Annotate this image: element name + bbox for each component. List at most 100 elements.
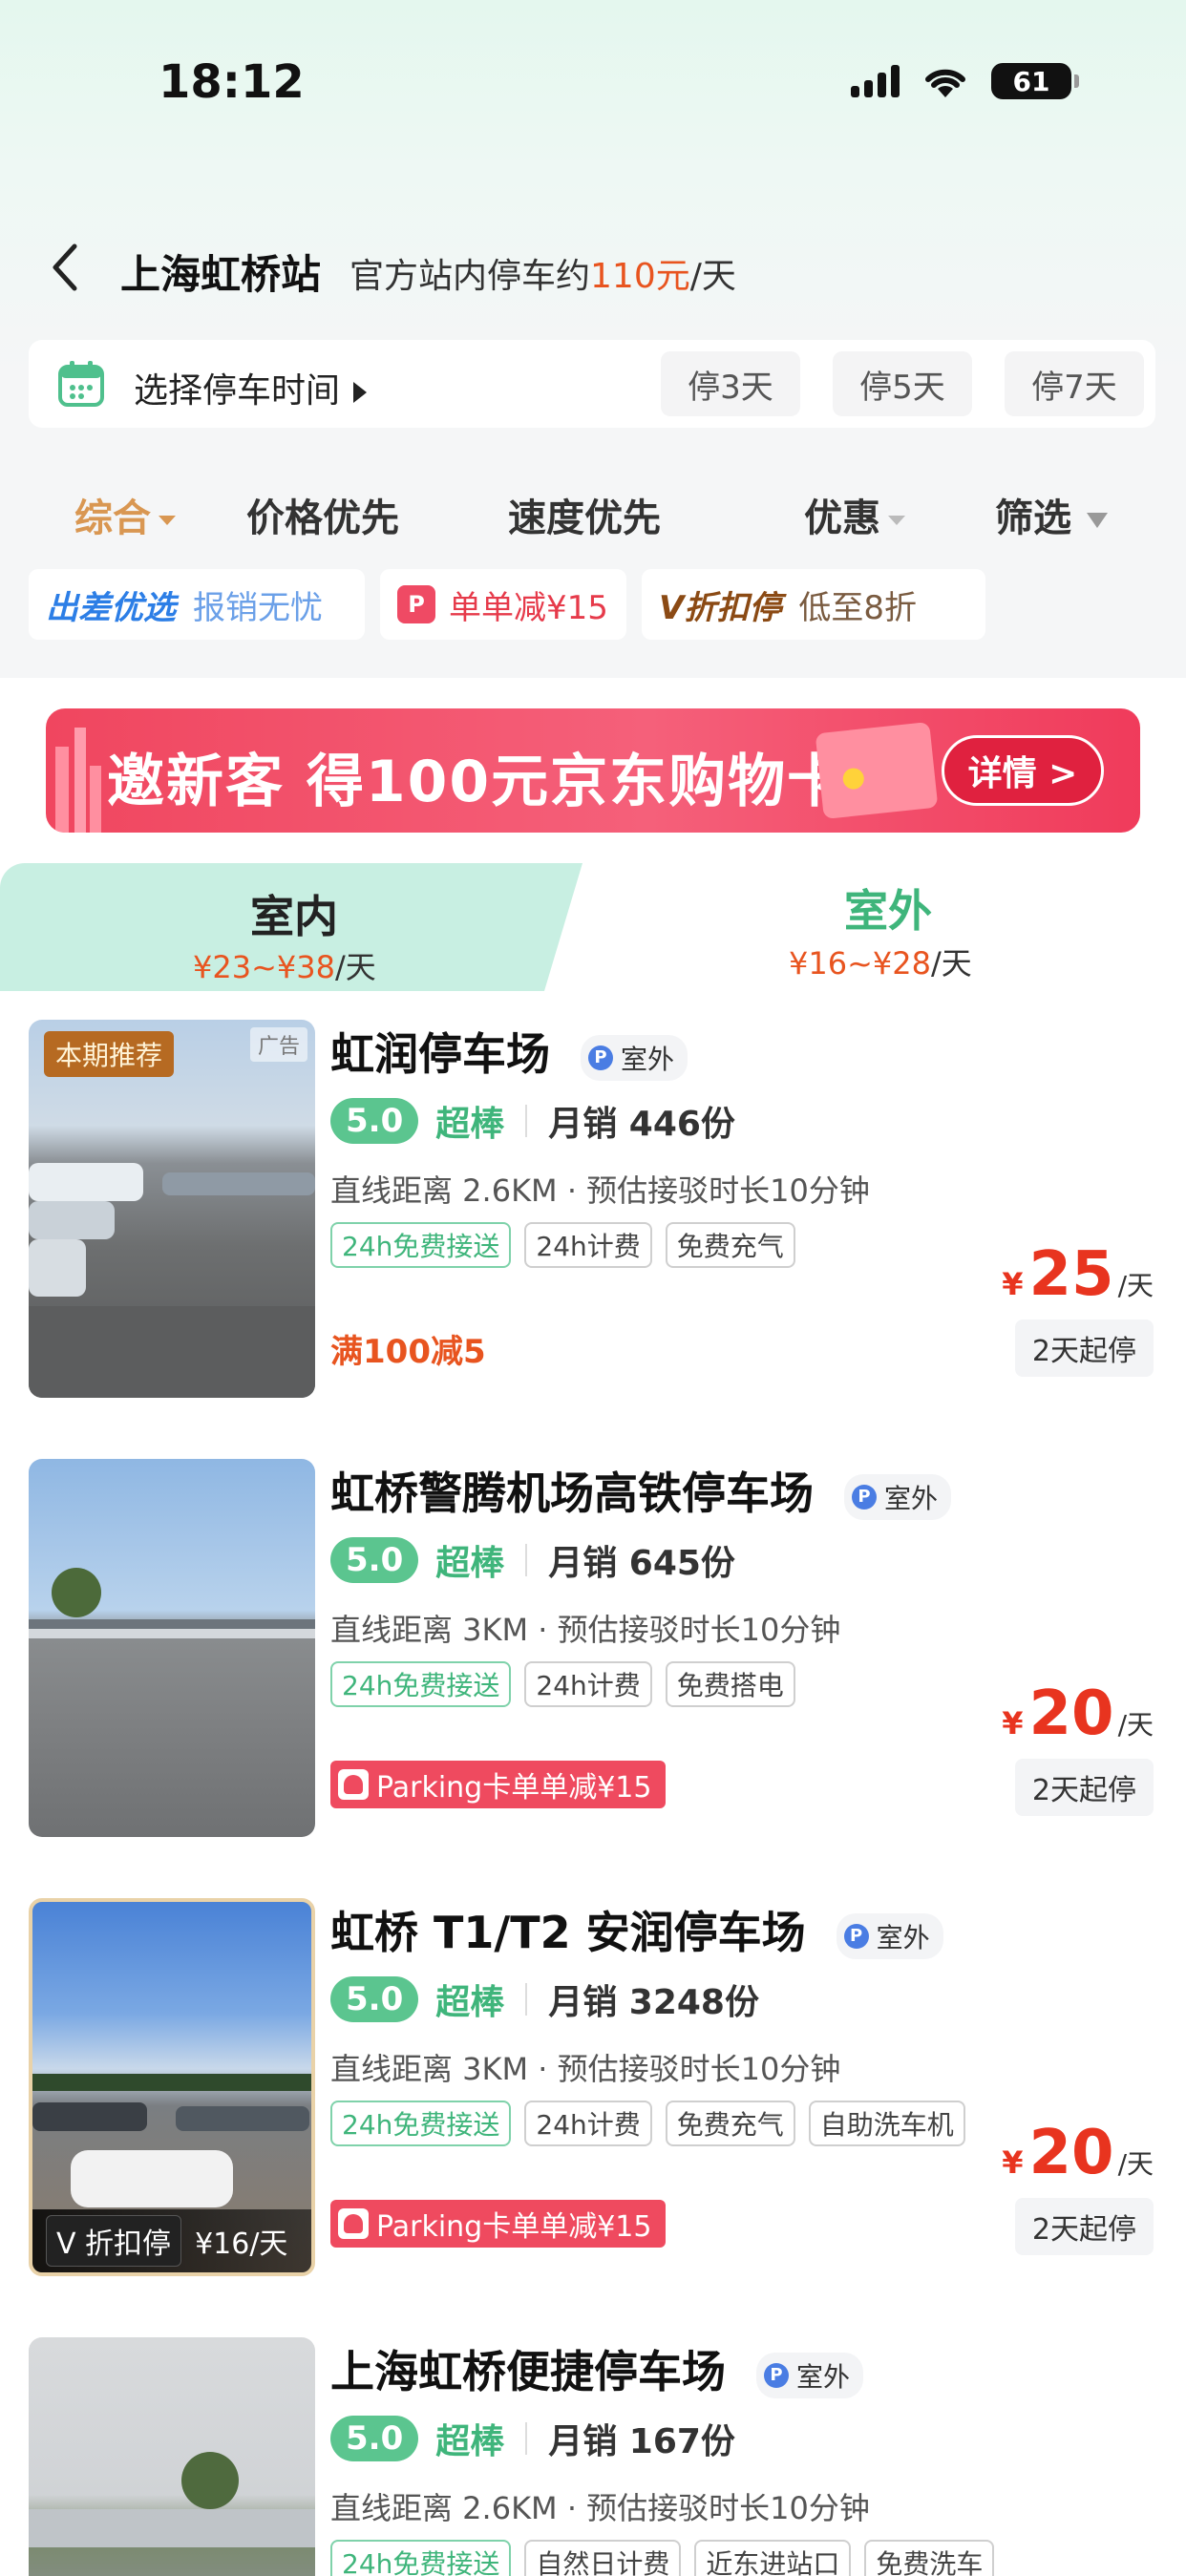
listing-photo — [29, 1459, 315, 1837]
city-skyline-icon — [55, 728, 101, 833]
tag: 24h计费 — [524, 1661, 652, 1707]
subtitle-suffix: /天 — [689, 257, 736, 296]
duration-option-3[interactable]: 停3天 — [661, 351, 800, 416]
type-badge-label: 室外 — [884, 1482, 939, 1514]
sort-tab-price[interactable]: 价格优先 — [246, 487, 399, 542]
type-badge: P 室外 — [844, 1473, 952, 1520]
tag: 免费洗车 — [864, 2540, 995, 2576]
tag: 免费充气 — [665, 2101, 795, 2146]
parking-lot-photo — [29, 1568, 315, 1638]
promo-chip-text: 单单减¥15 — [449, 588, 608, 627]
promo-chip-text: 报销无忧 — [193, 588, 323, 627]
score-badge: 5.0 — [330, 1537, 419, 1583]
sort-tab-label: 优惠 — [804, 496, 880, 540]
price-currency: ¥ — [1002, 1705, 1024, 1742]
filter-funnel-icon — [1087, 513, 1108, 528]
type-badge-label: 室外 — [876, 1921, 930, 1953]
subtitle-prefix: 官方站内停车约 — [349, 257, 591, 296]
header: 上海虹桥站 官方站内停车约110元/天 — [0, 229, 1186, 306]
price-tilde: ~ — [251, 949, 277, 985]
listing-name: 虹桥 T1/T2 安润停车场 — [330, 1907, 806, 1958]
price-currency: ¥ — [1002, 1266, 1024, 1302]
sort-tabs: 综合 价格优先 速度优先 优惠 筛选 — [0, 475, 1186, 552]
distance-info: 直线距离 2.6KM · 预估接驳时长10分钟 — [330, 1172, 870, 1209]
type-badge: P 室外 — [756, 2352, 864, 2398]
tag: 近东进站口 — [694, 2540, 852, 2576]
price: ¥ 25 /天 — [1002, 1239, 1154, 1310]
service-tags: 24h免费接送 自然日计费 近东进站口 免费洗车 — [330, 2540, 995, 2576]
min-days: 2天起停 — [1014, 1320, 1154, 1377]
gift-icon — [338, 1769, 369, 1800]
service-tags: 24h免费接送 24h计费 免费充气 自助洗车机 — [330, 2101, 965, 2146]
listing-card[interactable]: 虹桥警腾机场高铁停车场 P 室外 5.0 超棒 月销 645份 直线距离 3KM … — [0, 1430, 1186, 1869]
tag: 24h免费接送 — [330, 2540, 512, 2576]
gift-card-icon — [815, 721, 939, 820]
listing-title: 虹桥警腾机场高铁停车场 P 室外 — [330, 1459, 952, 1522]
tab-outdoor-price: ¥16~¥28/天 — [789, 940, 972, 983]
rating-row: 5.0 超棒 月销 167份 — [330, 2414, 735, 2463]
parking-card-promo: Parking卡单单减¥15 — [330, 2200, 666, 2248]
price-unit: /天 — [334, 949, 376, 985]
listing-card[interactable]: 本期推荐 广告 虹润停车场 P 室外 5.0 超棒 月销 446份 直线距离 2.… — [0, 991, 1186, 1430]
dropdown-caret-icon — [159, 516, 176, 525]
parking-lot-photo — [29, 2452, 315, 2547]
promo-chip-vdiscount[interactable]: V折扣停 低至8折 — [642, 569, 985, 640]
price-value: 20 — [1028, 2118, 1114, 2188]
monthly-sales: 月销 167份 — [548, 2422, 735, 2461]
station-price-info: 官方站内停车约110元/天 — [349, 248, 736, 298]
promo-chip-discount[interactable]: P 单单减¥15 — [380, 569, 626, 640]
tag: 24h免费接送 — [330, 2101, 512, 2146]
discount-price: ¥16/天 — [195, 2228, 288, 2261]
promo-text: 满100减5 — [330, 1333, 486, 1371]
rating-row: 5.0 超棒 月销 446份 — [330, 1096, 735, 1146]
score-badge: 5.0 — [330, 1098, 419, 1144]
price-currency: ¥ — [1002, 2144, 1024, 2181]
service-tags: 24h免费接送 24h计费 免费充气 — [330, 1222, 795, 1268]
parking-time-selector: 选择停车时间 停3天 停5天 停7天 — [29, 340, 1155, 428]
divider — [525, 1105, 528, 1137]
tab-indoor-label: 室内 — [250, 891, 338, 942]
back-arrow-icon[interactable] — [38, 239, 95, 296]
duration-option-5[interactable]: 停5天 — [833, 351, 972, 416]
listing-title: 上海虹桥便捷停车场 P 室外 — [330, 2337, 864, 2400]
dropdown-caret-icon — [888, 516, 905, 525]
min-days: 2天起停 — [1014, 2198, 1154, 2255]
price-value: 25 — [1028, 1239, 1114, 1310]
service-tags: 24h免费接送 24h计费 免费搭电 — [330, 1661, 795, 1707]
price-to: ¥38 — [276, 949, 335, 985]
price-from: ¥23 — [193, 949, 252, 985]
invite-banner[interactable]: 邀新客 得100元京东购物卡 详情 > — [46, 708, 1140, 833]
grade-label: 超棒 — [435, 1544, 505, 1583]
official-price: 110元 — [590, 257, 690, 296]
sort-tab-speed[interactable]: 速度优先 — [508, 487, 661, 542]
page-title: 上海虹桥站 — [120, 251, 322, 298]
divider — [525, 2422, 528, 2455]
tab-outdoor-label: 室外 — [844, 885, 932, 937]
price-unit: /天 — [930, 945, 972, 982]
listing-card[interactable]: V 折扣停 ¥16/天 虹桥 T1/T2 安润停车场 P 室外 5.0 超棒 月销… — [0, 1869, 1186, 2309]
tag: 24h计费 — [524, 2101, 652, 2146]
listing-card[interactable]: 上海虹桥便捷停车场 P 室外 5.0 超棒 月销 167份 直线距离 2.6KM … — [0, 2309, 1186, 2576]
sort-tab-discount[interactable]: 优惠 — [804, 487, 905, 542]
wifi-icon — [925, 69, 965, 97]
promo-chip-business[interactable]: 出差优选 报销无忧 — [29, 569, 365, 640]
promo-chip-brand: 出差优选 — [46, 588, 176, 627]
filter-button[interactable]: 筛选 — [995, 487, 1108, 542]
banner-text: 邀新客 得100元京东购物卡 — [107, 749, 847, 815]
listing-name: 虹桥警腾机场高铁停车场 — [330, 1467, 814, 1519]
banner-details-button[interactable]: 详情 > — [942, 735, 1104, 806]
listing-photo — [29, 2337, 315, 2576]
score-badge: 5.0 — [330, 1976, 419, 2022]
promo-chip-text: 低至8折 — [798, 588, 917, 627]
play-arrow-icon — [353, 382, 368, 403]
select-time-button[interactable]: 选择停车时间 — [134, 363, 368, 412]
monthly-sales: 月销 446份 — [548, 1105, 735, 1144]
duration-option-7[interactable]: 停7天 — [1005, 351, 1144, 416]
listing-title: 虹润停车场 P 室外 — [330, 1020, 688, 1083]
sort-tab-comprehensive[interactable]: 综合 — [74, 487, 176, 542]
price-to: ¥28 — [872, 945, 931, 982]
distance-info: 直线距离 3KM · 预估接驳时长10分钟 — [330, 1612, 841, 1648]
price-unit: /天 — [1117, 1709, 1154, 1741]
price: ¥ 20 /天 — [1002, 2118, 1154, 2188]
cellular-signal-icon — [851, 65, 900, 97]
